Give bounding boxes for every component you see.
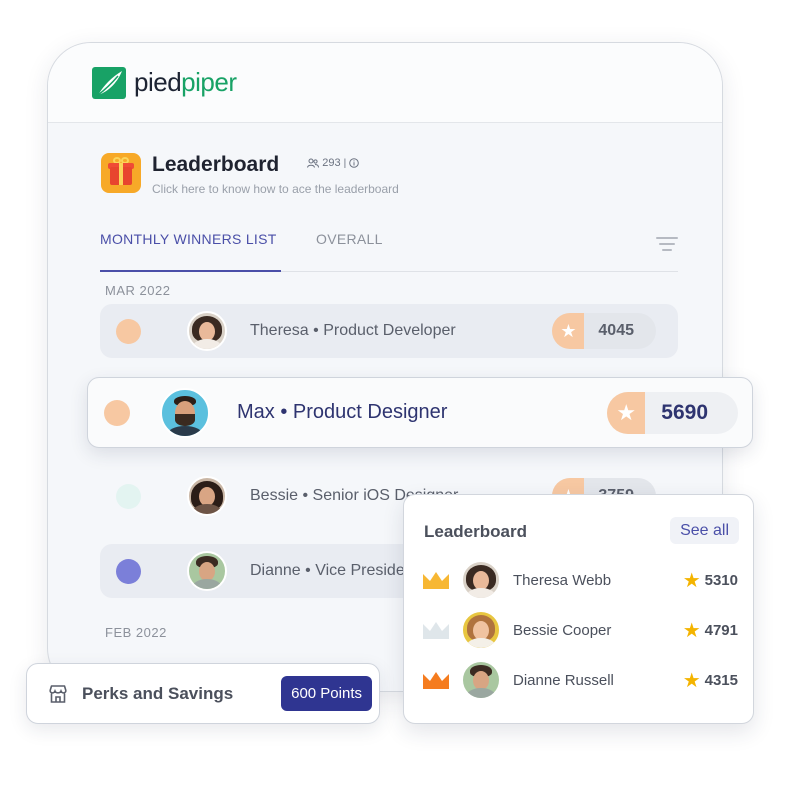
store-icon [49, 684, 67, 703]
star-icon: ★ [682, 619, 701, 642]
avatar [187, 551, 227, 591]
crown-icon [423, 672, 449, 689]
mini-leaderboard-row[interactable]: Theresa Webb ★ 5310 [422, 558, 740, 602]
crown-icon [423, 572, 449, 589]
rank-dot [116, 483, 141, 509]
member-name: Max • Product Designer [237, 401, 448, 423]
tab-bar: MONTHLY WINNERS LIST OVERALL [100, 231, 678, 272]
mini-leaderboard-card: Leaderboard See all Theresa Webb ★ 5310 … [403, 494, 754, 724]
rank-dot [116, 558, 141, 584]
leaderboard-help-link[interactable]: Click here to know how to ace the leader… [152, 182, 399, 196]
points-chip: ★ 5690 [607, 391, 738, 434]
points-value: 4045 [598, 322, 634, 339]
avatar [187, 311, 227, 351]
crown-icon [423, 622, 449, 639]
month-label-mar-2022: MAR 2022 [105, 283, 171, 298]
star-icon: ★ [552, 313, 585, 349]
info-icon[interactable] [349, 158, 359, 168]
gift-icon [101, 153, 141, 193]
app-header: piedpiper [48, 43, 722, 123]
brand-name-part2: piper [181, 67, 237, 97]
member-name: Theresa • Product Developer [250, 322, 456, 339]
mini-leaderboard-row[interactable]: Bessie Cooper ★ 4791 [422, 608, 740, 652]
avatar [461, 660, 501, 700]
perks-and-savings-card[interactable]: Perks and Savings 600 Points [26, 663, 380, 724]
star-icon: ★ [682, 669, 701, 692]
see-all-button[interactable]: See all [670, 517, 739, 544]
month-label-feb-2022: FEB 2022 [105, 625, 167, 640]
leaderboard-row[interactable]: Theresa • Product Developer ★ 4045 [100, 304, 678, 358]
mini-leaderboard-row[interactable]: Dianne Russell ★ 4315 [422, 658, 740, 702]
points-value: 4791 [704, 621, 738, 639]
points-badge[interactable]: 600 Points [281, 676, 372, 711]
avatar [160, 387, 210, 438]
brand-name-part1: pied [134, 67, 182, 97]
page-title: Leaderboard [152, 153, 280, 176]
member-name: Dianne Russell [513, 671, 614, 689]
avatar [461, 560, 501, 600]
perks-label: Perks and Savings [82, 683, 234, 703]
points-value: 4315 [704, 671, 738, 689]
tab-monthly-winners[interactable]: MONTHLY WINNERS LIST [100, 231, 281, 272]
piedpiper-logo-icon[interactable] [92, 66, 126, 99]
people-icon [307, 158, 320, 168]
member-name: Bessie Cooper [513, 621, 612, 639]
featured-leaderboard-row[interactable]: Max • Product Designer ★ 5690 [87, 377, 753, 448]
mini-leaderboard-title: Leaderboard [424, 522, 527, 541]
tab-overall[interactable]: OVERALL [316, 231, 383, 247]
brand-name[interactable]: piedpiper [134, 67, 237, 98]
rank-dot [116, 318, 141, 344]
avatar [187, 476, 227, 516]
rank-dot [104, 399, 130, 426]
points-value: 5690 [661, 400, 708, 424]
participant-count-value: 293 [322, 157, 341, 169]
points-chip: ★ 4045 [552, 313, 656, 349]
avatar [461, 610, 501, 650]
points-value: 5310 [704, 571, 738, 589]
star-icon: ★ [682, 569, 701, 592]
filter-icon[interactable] [656, 237, 678, 255]
member-name: Theresa Webb [513, 571, 612, 589]
participant-count: 293 | [307, 157, 359, 169]
star-icon: ★ [607, 391, 646, 434]
leaderboard-header[interactable]: Leaderboard 293 | Click here to know how… [101, 153, 399, 196]
